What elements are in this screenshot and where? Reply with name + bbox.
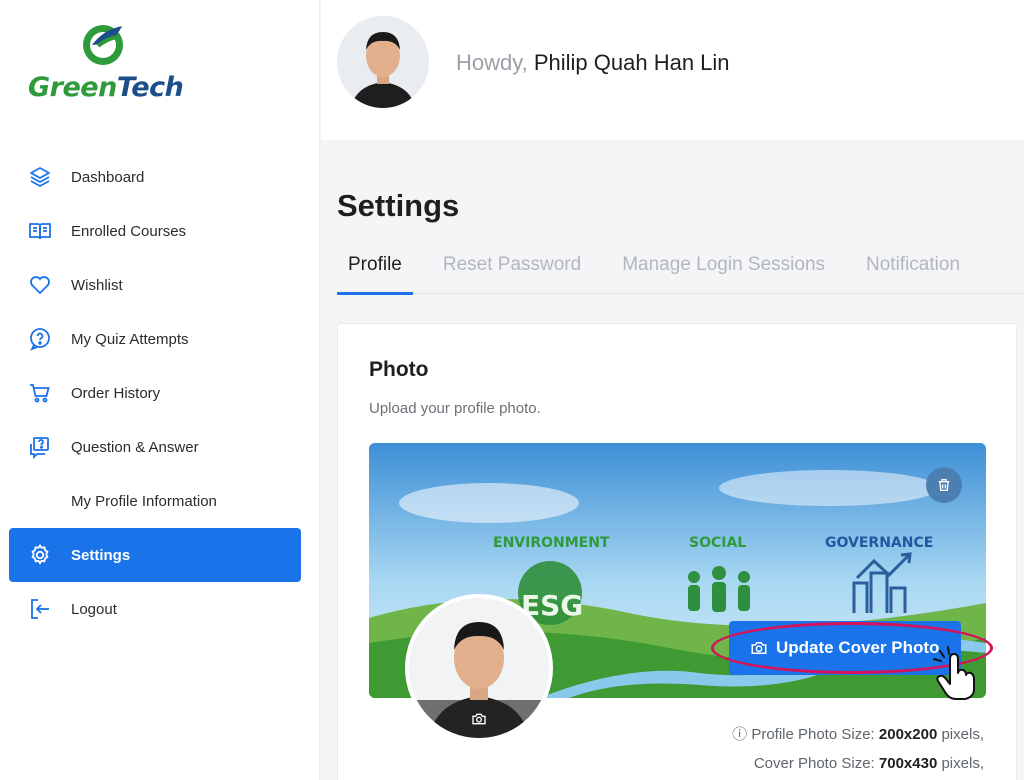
greeting: Howdy, Philip Quah Han Lin [456,50,730,76]
top-header: Howdy, Philip Quah Han Lin [321,0,1024,140]
sidebar-item-label: Dashboard [71,168,145,186]
sidebar-item-dashboard[interactable]: Dashboard [9,150,301,204]
sidebar: GreenTech Dashboard Enrolled Courses Wis… [0,0,320,780]
profile-photo[interactable] [405,594,553,742]
brand-name: GreenTech [28,72,184,103]
qa-icon [27,434,53,460]
brand-name-part1: Green [28,72,117,103]
photo-section-title: Photo [369,358,429,381]
settings-tabs: Profile Reset Password Manage Login Sess… [337,244,1024,295]
info-icon: ⓘ [732,726,748,743]
trash-icon [938,479,950,491]
cover-size-value: 700x430 [878,755,938,772]
sidebar-item-label: Enrolled Courses [71,222,187,240]
change-profile-photo-button[interactable] [409,700,549,738]
social-label: SOCIAL [689,535,747,551]
brand-name-part2: Tech [116,72,184,103]
profile-size-line: ⓘ Profile Photo Size: 200x200 pixels, [732,720,984,749]
tab-notification[interactable]: Notification [866,244,960,294]
leaf-logo-icon [83,25,123,65]
sidebar-item-enrolled-courses[interactable]: Enrolled Courses [9,204,301,258]
cart-icon [27,380,53,406]
governance-label: GOVERNANCE [825,535,934,551]
sidebar-item-label: Wishlist [71,276,123,294]
sidebar-item-settings[interactable]: Settings [9,528,301,582]
photo-section-subtitle: Upload your profile photo. [369,400,541,417]
greentech-logo[interactable]: GreenTech [28,18,184,108]
camera-icon [472,713,486,725]
sidebar-item-label: Order History [71,384,161,402]
gear-icon [27,542,53,568]
cover-size-line: Cover Photo Size: 700x430 pixels, [732,749,984,778]
sidebar-nav: Dashboard Enrolled Courses Wishlist My Q… [9,150,301,636]
sidebar-item-label: Logout [71,600,117,618]
question-bubble-icon [27,326,53,352]
cover-size-unit: pixels, [941,755,984,772]
sidebar-item-wishlist[interactable]: Wishlist [9,258,301,312]
logout-icon [27,596,53,622]
sidebar-item-logout[interactable]: Logout [9,582,301,636]
layers-icon [27,164,53,190]
sidebar-item-order-history[interactable]: Order History [9,366,301,420]
environment-label: ENVIRONMENT [493,535,610,551]
tab-profile[interactable]: Profile [337,244,413,295]
profile-info-icon [27,488,53,514]
user-name: Philip Quah Han Lin [533,50,730,75]
sidebar-item-label: My Profile Information [71,492,217,510]
sidebar-item-label: Question & Answer [71,438,199,456]
tab-manage-login-sessions[interactable]: Manage Login Sessions [622,244,825,294]
sidebar-item-label: My Quiz Attempts [71,330,189,348]
profile-size-label: Profile Photo Size: [751,726,875,743]
heart-icon [27,272,53,298]
avatar[interactable] [337,16,429,108]
tab-reset-password[interactable]: Reset Password [443,244,581,294]
page-title: Settings [337,188,460,223]
open-book-icon [27,218,53,244]
photo-size-info: ⓘ Profile Photo Size: 200x200 pixels, Co… [732,720,984,778]
sidebar-item-profile-information[interactable]: My Profile Information [9,474,301,528]
delete-cover-button[interactable] [926,467,962,503]
sidebar-item-question-answer[interactable]: Question & Answer [9,420,301,474]
cover-size-label: Cover Photo Size: [753,755,875,772]
hand-pointer-icon [933,646,975,700]
profile-size-unit: pixels, [941,726,984,743]
sidebar-item-quiz-attempts[interactable]: My Quiz Attempts [9,312,301,366]
sidebar-item-label: Settings [71,546,131,564]
profile-size-value: 200x200 [878,726,938,743]
greeting-prefix: Howdy, [456,50,528,75]
